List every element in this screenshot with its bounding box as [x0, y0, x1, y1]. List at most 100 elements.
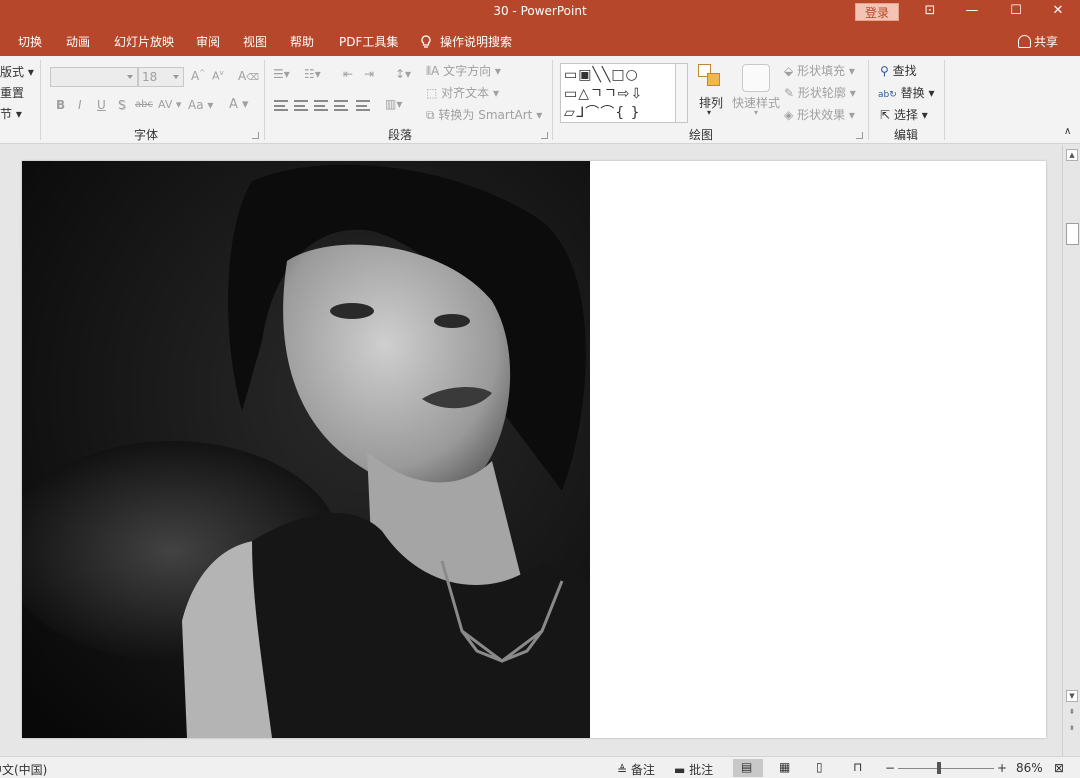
next-slide-button[interactable]: ⇟: [1066, 723, 1078, 735]
scroll-down-button[interactable]: ▼: [1066, 690, 1078, 702]
chevron-down-icon: [173, 75, 179, 79]
section-label: 节: [0, 107, 13, 121]
italic-button[interactable]: I: [78, 98, 82, 112]
convert-smartart-button[interactable]: ⧉ 转换为 SmartArt ▾: [426, 106, 542, 123]
previous-slide-button[interactable]: ⇞: [1066, 707, 1078, 719]
reading-view-button[interactable]: ▯: [808, 759, 838, 777]
decrease-indent-button[interactable]: ⇤: [343, 67, 353, 81]
scroll-thumb[interactable]: [1066, 223, 1079, 245]
justify-icon[interactable]: [334, 100, 348, 111]
align-center-icon[interactable]: [294, 100, 308, 111]
quick-styles-icon[interactable]: [742, 64, 770, 92]
shapes-gallery[interactable]: ▭▣╲╲□○ ▭△ㄱㄱ⇨⇩ ▱ᒧ⌒⌒{ }: [560, 63, 688, 123]
ribbon-display-options-button[interactable]: ⊡: [908, 0, 952, 24]
scroll-up-button[interactable]: ▲: [1066, 149, 1078, 161]
distributed-icon[interactable]: [356, 100, 370, 111]
tab-animations[interactable]: 动画: [66, 33, 90, 50]
zoom-slider-thumb[interactable]: [937, 762, 941, 774]
slide-canvas[interactable]: [22, 161, 1046, 738]
tab-pdf-tools[interactable]: PDF工具集: [339, 33, 398, 50]
zoom-level[interactable]: 86%: [1016, 761, 1043, 775]
notes-button[interactable]: ≜ 备注: [617, 761, 655, 778]
shape-outline-button[interactable]: ✎ 形状轮廓 ▾: [784, 84, 856, 101]
bullets-button[interactable]: ☰▾: [273, 67, 290, 81]
shape-fill-button[interactable]: ⬙ 形状填充 ▾: [784, 62, 855, 79]
normal-view-button[interactable]: ▤: [733, 759, 763, 777]
zoom-in-button[interactable]: +: [997, 761, 1007, 775]
tab-help[interactable]: 帮助: [290, 33, 314, 50]
language-indicator[interactable]: 中文(中国): [0, 761, 47, 778]
collapse-ribbon-button[interactable]: ∧: [1064, 126, 1071, 137]
font-dialog-launcher[interactable]: [252, 132, 259, 139]
align-right-icon[interactable]: [314, 100, 328, 111]
editing-group-label: 编辑: [894, 128, 919, 142]
shapes-gallery-scroll[interactable]: [675, 64, 687, 122]
minimize-button[interactable]: —: [950, 0, 994, 24]
tab-transitions[interactable]: 切换: [18, 33, 42, 50]
zoom-slider-track[interactable]: [898, 768, 994, 769]
vertical-scrollbar[interactable]: ▲ ▼ ⇞ ⇟: [1062, 145, 1080, 756]
status-bar: 中文(中国) ≜ 备注 ▬ 批注 ▤ ▦ ▯ ⊓ − + 86% ⊠: [0, 756, 1080, 778]
tab-view[interactable]: 视图: [243, 33, 267, 50]
change-case-button[interactable]: Aa ▾: [188, 98, 213, 112]
maximize-button[interactable]: ☐: [994, 0, 1038, 24]
replace-button[interactable]: ab↻ 替换 ▾: [878, 84, 934, 101]
text-direction-button[interactable]: ⫴A 文字方向 ▾: [426, 62, 501, 79]
text-shadow-button[interactable]: S: [118, 98, 126, 112]
text-direction-label: 文字方向: [443, 64, 492, 78]
shapes-row: ▱ᒧ⌒⌒{ }: [564, 105, 641, 121]
font-name-box[interactable]: [50, 67, 138, 87]
shrink-font-button[interactable]: Av: [212, 69, 224, 83]
arrange-icon[interactable]: [698, 64, 724, 90]
paint-bucket-icon: ⬙: [784, 64, 794, 78]
comments-button[interactable]: ▬ 批注: [674, 761, 713, 778]
share-label: 共享: [1033, 35, 1058, 49]
reset-button[interactable]: 重置: [0, 84, 24, 101]
replace-label: 替换: [900, 86, 925, 100]
grow-font-button[interactable]: A^: [191, 69, 205, 83]
text-direction-icon: ⫴A: [426, 64, 440, 78]
layout-button[interactable]: 版式 ▾: [0, 63, 34, 80]
convert-smartart-label: 转换为 SmartArt: [438, 108, 533, 122]
tell-me-search[interactable]: 操作说明搜索: [420, 33, 512, 50]
comments-label: 批注: [689, 763, 714, 777]
clear-formatting-button[interactable]: A⌫: [238, 69, 259, 83]
find-label: 查找: [892, 64, 917, 78]
change-case-label: Aa: [188, 98, 204, 112]
ribbon: 版式 ▾ 重置 节 ▾ 18 A^ Av A⌫ B I U S abc AV ▾…: [0, 56, 1080, 144]
numbering-button[interactable]: ☷▾: [304, 67, 321, 81]
increase-indent-button[interactable]: ⇥: [364, 67, 374, 81]
fit-to-window-icon[interactable]: ⊠: [1054, 761, 1064, 775]
underline-button[interactable]: U: [97, 98, 106, 112]
slide-sorter-view-button[interactable]: ▦: [771, 759, 801, 777]
paragraph-dialog-launcher[interactable]: [541, 132, 548, 139]
font-color-button[interactable]: A ▾: [229, 97, 249, 112]
drawing-dialog-launcher[interactable]: [856, 132, 863, 139]
zoom-out-button[interactable]: −: [885, 761, 895, 775]
search-icon: ⚲: [880, 64, 889, 78]
shape-effects-button[interactable]: ◈ 形状效果 ▾: [784, 106, 855, 123]
section-button[interactable]: 节 ▾: [0, 105, 22, 122]
strikethrough-button[interactable]: abc: [135, 99, 153, 110]
user-icon: [1017, 35, 1031, 48]
align-left-icon[interactable]: [274, 100, 288, 111]
select-button[interactable]: ⇱ 选择 ▾: [880, 106, 928, 123]
character-spacing-button[interactable]: AV ▾: [158, 98, 181, 111]
bold-button[interactable]: B: [56, 98, 65, 112]
slide-editing-area[interactable]: [0, 145, 1062, 756]
slide-photo[interactable]: [22, 161, 590, 738]
select-label: 选择: [893, 108, 918, 122]
share-button[interactable]: 共享: [1017, 33, 1058, 50]
tab-slideshow[interactable]: 幻灯片放映: [114, 33, 174, 50]
slideshow-view-button[interactable]: ⊓: [845, 759, 875, 777]
tab-review[interactable]: 审阅: [196, 33, 220, 50]
find-button[interactable]: ⚲ 查找: [880, 62, 917, 79]
login-button[interactable]: 登录: [855, 3, 899, 21]
line-spacing-button[interactable]: ↕▾: [395, 67, 411, 81]
close-button[interactable]: ✕: [1036, 0, 1080, 24]
shape-outline-label: 形状轮廓: [797, 86, 846, 100]
align-text-button[interactable]: ⬚ 对齐文本 ▾: [426, 84, 499, 101]
columns-button[interactable]: ▥▾: [385, 97, 402, 111]
replace-icon: ab↻: [878, 90, 897, 100]
font-size-box[interactable]: 18: [138, 67, 184, 87]
